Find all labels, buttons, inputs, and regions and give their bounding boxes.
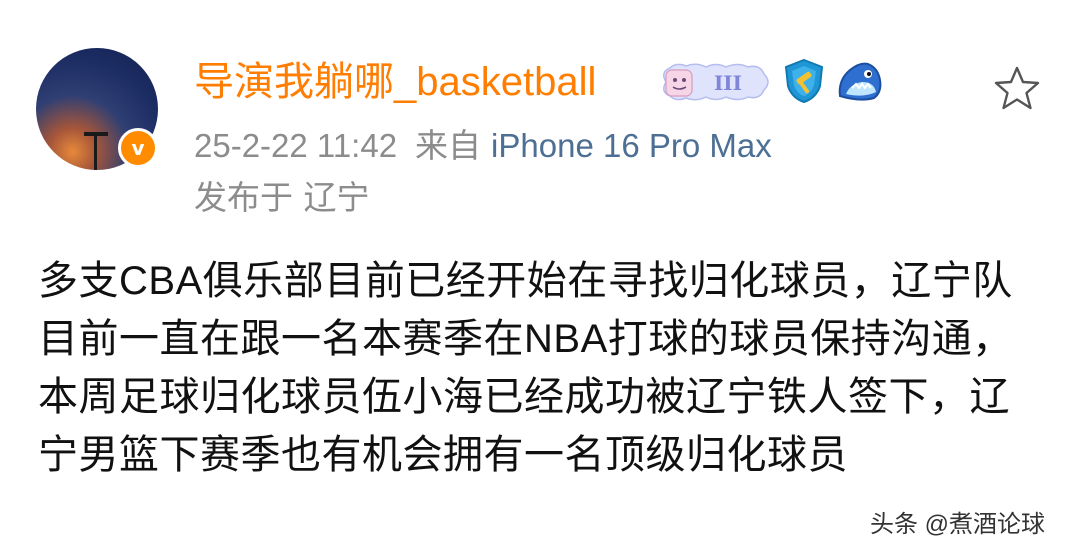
watermark: 头条 @煮酒论球 (870, 511, 1046, 538)
post-timestamp: 25-2-22 11:42 (194, 127, 398, 164)
post-location: 发布于 辽宁 (194, 178, 370, 217)
post-device-link[interactable]: iPhone 16 Pro Max (491, 127, 772, 164)
verified-badge-letter: v (131, 136, 145, 160)
post-body-text: 多支CBA俱乐部目前已经开始在寻找归化球员，辽宁队目前一直在跟一名本赛季在NBA… (38, 259, 1013, 477)
post-meta: 25-2-22 11:42 来自 iPhone 16 Pro Max (194, 124, 772, 168)
level-badge[interactable]: III (656, 62, 772, 102)
verified-badge-icon: v (118, 128, 158, 168)
shield-badge-icon[interactable] (782, 58, 826, 104)
level-badge-text: III (714, 71, 742, 95)
avatar-streetlamp-pole (94, 134, 97, 170)
favorite-star-icon[interactable] (992, 64, 1042, 114)
shark-badge-icon[interactable] (834, 58, 884, 104)
post-source-prefix: 来自 (415, 127, 482, 164)
author-username[interactable]: 导演我躺哪_basketball (194, 56, 596, 108)
